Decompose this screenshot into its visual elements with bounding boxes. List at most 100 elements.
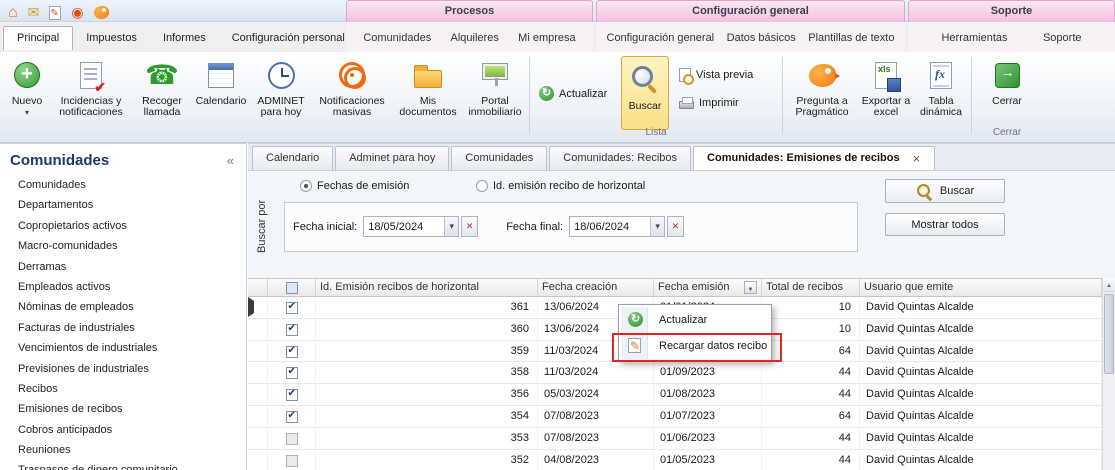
doc-tab-comunidades-emisiones-de-recibos[interactable]: Comunidades: Emisiones de recibos ×: [693, 146, 935, 170]
sidebar-item-reuniones[interactable]: Reuniones: [18, 440, 246, 460]
portal-inmobiliario-button[interactable]: Portal inmobiliario: [464, 54, 526, 142]
table-row[interactable]: 354 07/08/2023 01/07/2023 64 David Quint…: [248, 406, 1102, 428]
sidebar-item-recibos[interactable]: Recibos: [18, 379, 246, 399]
tabla-dinamica-button[interactable]: Tabla dinámica: [914, 54, 968, 142]
row-checkbox[interactable]: [268, 428, 316, 449]
sidebar-item-cobros-anticipados[interactable]: Cobros anticipados: [18, 420, 246, 440]
nuevo-button[interactable]: Nuevo: [4, 54, 50, 142]
fecha-inicial-field[interactable]: 18/05/2024: [363, 216, 459, 237]
radio-fechas-de-emision[interactable]: Fechas de emisión: [300, 180, 409, 192]
column-header-total[interactable]: Total de recibos: [762, 279, 860, 296]
mis-documentos-button[interactable]: Mis documentos: [392, 54, 464, 142]
indicator-column-header: [248, 279, 268, 296]
table-row[interactable]: 353 07/08/2023 01/06/2023 44 David Quint…: [248, 428, 1102, 450]
row-checkbox[interactable]: [268, 450, 316, 470]
cell-id: 354: [316, 406, 538, 427]
buscar-ribbon-button[interactable]: Buscar: [621, 56, 669, 130]
vista-previa-button[interactable]: Vista previa: [675, 66, 757, 84]
row-checkbox[interactable]: [268, 341, 316, 362]
calendar-dropdown-icon[interactable]: [444, 217, 458, 236]
cell-total: 44: [762, 450, 860, 470]
context-menu-item-actualizar[interactable]: Actualizar: [621, 307, 769, 333]
column-header-id[interactable]: Id. Emisión recibos de horizontal: [316, 279, 538, 296]
scroll-up-icon[interactable]: [1103, 278, 1115, 292]
clear-fecha-final-icon[interactable]: [667, 216, 684, 237]
filter-dropdown-icon[interactable]: [744, 281, 757, 294]
row-checkbox[interactable]: [268, 406, 316, 427]
clear-fecha-inicial-icon[interactable]: [461, 216, 478, 237]
fecha-final-field[interactable]: 18/06/2024: [569, 216, 665, 237]
tab-soporte[interactable]: Soporte: [1041, 26, 1084, 50]
notificaciones-masivas-button[interactable]: Notificaciones masivas: [312, 54, 392, 142]
sidebar-item-traspasos-de-dinero-comunitario[interactable]: Traspasos de dinero comunitario: [18, 460, 246, 470]
adminet-para-hoy-button[interactable]: ADMINET para hoy: [250, 54, 312, 142]
sidebar-item-facturas-de-industriales[interactable]: Facturas de industriales: [18, 318, 246, 338]
radio-id-emision[interactable]: Id. emisión recibo de horizontal: [476, 180, 645, 192]
context-menu-item-recargar-datos-recibo[interactable]: Recargar datos recibo: [621, 333, 769, 359]
select-all-checkbox[interactable]: [268, 279, 316, 296]
cell-id: 352: [316, 450, 538, 470]
tab-mi-empresa[interactable]: Mi empresa: [516, 26, 577, 50]
tab-comunidades[interactable]: Comunidades: [361, 26, 433, 50]
tab-informes[interactable]: Informes: [150, 26, 219, 50]
pragmatico-icon[interactable]: [94, 6, 109, 19]
scrollbar-thumb[interactable]: [1104, 294, 1114, 374]
close-tab-icon[interactable]: ×: [912, 152, 922, 165]
sidebar-item-nominas-de-empleados[interactable]: Nóminas de empleados: [18, 297, 246, 317]
calendario-button[interactable]: Calendario: [192, 54, 250, 142]
tab-datos-basicos[interactable]: Datos básicos: [725, 26, 798, 50]
row-checkbox[interactable]: [268, 362, 316, 383]
mail-icon[interactable]: [28, 4, 40, 21]
exportar-excel-button[interactable]: Exportar a excel: [858, 54, 914, 142]
doc-tab-comunidades[interactable]: Comunidades: [451, 146, 547, 170]
tab-impuestos[interactable]: Impuestos: [73, 26, 150, 50]
sidebar-item-empleados-activos[interactable]: Empleados activos: [18, 277, 246, 297]
collapse-sidebar-icon[interactable]: «: [227, 153, 234, 168]
table-row[interactable]: 358 11/03/2024 01/09/2023 44 David Quint…: [248, 362, 1102, 384]
pregunta-pragmatico-button[interactable]: Pregunta a Pragmático: [786, 54, 858, 142]
tab-herramientas[interactable]: Herramientas: [939, 26, 1009, 50]
cell-fecha-emision: 01/09/2023: [654, 362, 762, 383]
column-header-fecha-emision[interactable]: Fecha emisión: [654, 279, 762, 296]
mostrar-todos-button[interactable]: Mostrar todos: [885, 213, 1005, 236]
sidebar-item-copropietarios-activos[interactable]: Copropietarios activos: [18, 216, 246, 236]
tab-configuracion-personal[interactable]: Configuración personal: [219, 26, 358, 50]
recoger-llamada-button[interactable]: Recoger llamada: [132, 54, 192, 142]
ribbon-toolbar: Nuevo Incidencias y notificaciones Recog…: [0, 52, 1115, 143]
row-indicator: [248, 341, 268, 362]
doc-tab-comunidades-recibos[interactable]: Comunidades: Recibos: [549, 146, 691, 170]
sidebar-item-emisiones-de-recibos[interactable]: Emisiones de recibos: [18, 399, 246, 419]
sidebar-item-vencimientos-de-industriales[interactable]: Vencimientos de industriales: [18, 338, 246, 358]
sidebar-item-derramas[interactable]: Derramas: [18, 257, 246, 277]
doc-tab-calendario[interactable]: Calendario: [252, 146, 333, 170]
home-icon[interactable]: [8, 4, 18, 22]
tab-plantillas-de-texto[interactable]: Plantillas de texto: [806, 26, 896, 50]
vertical-scrollbar[interactable]: [1102, 278, 1115, 470]
actualizar-button[interactable]: Actualizar: [535, 84, 611, 103]
row-checkbox[interactable]: [268, 297, 316, 318]
cerrar-button[interactable]: Cerrar: [983, 54, 1031, 110]
sidebar-item-macro-comunidades[interactable]: Macro-comunidades: [18, 236, 246, 256]
buscar-button[interactable]: Buscar: [885, 179, 1005, 203]
vista-previa-label: Vista previa: [696, 69, 753, 81]
tab-alquileres[interactable]: Alquileres: [449, 26, 501, 50]
table-row[interactable]: 352 04/08/2023 01/05/2023 44 David Quint…: [248, 450, 1102, 470]
row-checkbox[interactable]: [268, 319, 316, 340]
table-row[interactable]: 356 05/03/2024 01/08/2023 44 David Quint…: [248, 384, 1102, 406]
doc-tab-adminet-para-hoy[interactable]: Adminet para hoy: [335, 146, 449, 170]
cell-id: 358: [316, 362, 538, 383]
column-header-fecha-creacion[interactable]: Fecha creación: [538, 279, 654, 296]
column-header-usuario[interactable]: Usuario que emite: [860, 279, 1102, 296]
imprimir-button[interactable]: Imprimir: [675, 94, 743, 111]
sidebar-item-previsiones-de-industriales[interactable]: Previsiones de industriales: [18, 359, 246, 379]
incidencias-button[interactable]: Incidencias y notificaciones: [50, 54, 132, 142]
calendar-dropdown-icon[interactable]: [650, 217, 664, 236]
tab-principal[interactable]: Principal: [3, 26, 73, 50]
record-icon[interactable]: [71, 4, 83, 21]
sidebar-item-departamentos[interactable]: Departamentos: [18, 195, 246, 215]
tab-configuracion-general[interactable]: Configuración general: [605, 26, 717, 50]
sidebar-item-comunidades[interactable]: Comunidades: [18, 175, 246, 195]
notes-icon[interactable]: [49, 6, 61, 20]
row-checkbox[interactable]: [268, 384, 316, 405]
group-separator: [971, 57, 972, 134]
